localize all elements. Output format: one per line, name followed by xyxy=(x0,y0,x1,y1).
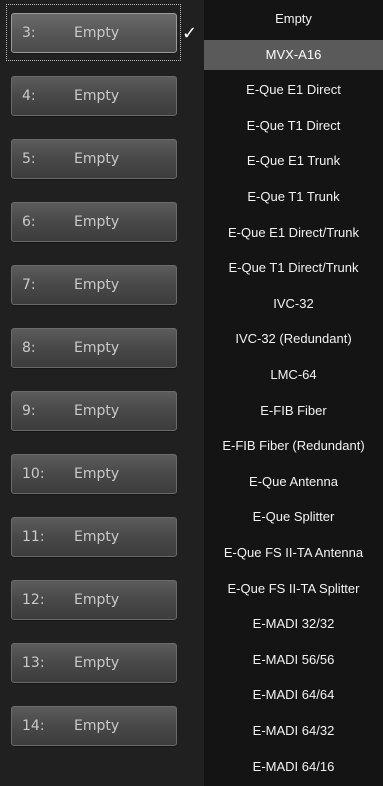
slot-value: Empty xyxy=(74,592,120,608)
slot-number: 12: xyxy=(22,592,45,608)
dropdown-option[interactable]: E-FIB Fiber xyxy=(204,396,383,426)
dropdown-option[interactable]: E-MADI 64/32 xyxy=(204,716,383,746)
dropdown-option[interactable]: IVC-32 xyxy=(204,289,383,319)
slot-number: 13: xyxy=(22,655,45,671)
slot-number: 14: xyxy=(22,718,45,734)
slot-number: 7: xyxy=(22,277,36,293)
slot-value: Empty xyxy=(74,718,120,734)
dropdown-option[interactable]: E-Que E1 Direct xyxy=(204,75,383,105)
slot-value: Empty xyxy=(74,277,120,293)
slot-number: 8: xyxy=(22,340,36,356)
slot-value: Empty xyxy=(74,655,120,671)
slot-button[interactable]: 10: Empty xyxy=(11,454,177,494)
card-type-dropdown-list[interactable]: Empty MVX-A16 E-Que E1 Direct E-Que T1 Dire… xyxy=(204,0,383,786)
slot-button[interactable]: 9: Empty xyxy=(11,391,177,431)
slot-value: Empty xyxy=(74,466,120,482)
dropdown-option[interactable]: E-MADI 64/64 xyxy=(204,680,383,710)
dropdown-option[interactable]: E-Que FS II-TA Splitter xyxy=(204,574,383,604)
dropdown-option[interactable]: E-Que FS II-TA Antenna xyxy=(204,538,383,568)
slot-button[interactable]: 5: Empty xyxy=(11,139,177,179)
slot-value: Empty xyxy=(74,403,120,419)
dropdown-option[interactable]: IVC-32 (Redundant) xyxy=(204,324,383,354)
dropdown-option[interactable]: E-Que E1 Trunk xyxy=(204,146,383,176)
slot-button[interactable]: 7: Empty xyxy=(11,265,177,305)
checkmark-icon: ✓ xyxy=(182,23,198,44)
dropdown-option[interactable]: E-Que T1 Direct xyxy=(204,111,383,141)
slot-configuration-panel: ✓ 3: Empty 4: Empty 5: Empty 6: Empty 7: Empty 8: E… xyxy=(0,0,383,786)
dropdown-option[interactable]: MVX-A16 xyxy=(204,40,383,70)
slot-number: 4: xyxy=(22,88,36,104)
dropdown-option[interactable]: E-MADI 64/16 xyxy=(204,752,383,782)
slot-button[interactable]: 11: Empty xyxy=(11,517,177,557)
slot-number: 6: xyxy=(22,214,36,230)
slot-number: 10: xyxy=(22,466,45,482)
slot-number: 11: xyxy=(22,529,45,545)
dropdown-option[interactable]: E-Que T1 Direct/Trunk xyxy=(204,253,383,283)
slot-button[interactable]: 8: Empty xyxy=(11,328,177,368)
dropdown-option[interactable]: E-MADI 32/32 xyxy=(204,609,383,639)
slot-value: Empty xyxy=(74,340,120,356)
slot-number: 3: xyxy=(22,25,36,41)
slot-button[interactable]: 14: Empty xyxy=(11,706,177,746)
slot-number: 9: xyxy=(22,403,36,419)
dropdown-option[interactable]: LMC-64 xyxy=(204,360,383,390)
dropdown-option[interactable]: E-Que E1 Direct/Trunk xyxy=(204,218,383,248)
slot-value: Empty xyxy=(74,151,120,167)
slot-value: Empty xyxy=(74,214,120,230)
dropdown-option[interactable]: Empty xyxy=(204,4,383,34)
dropdown-option[interactable]: E-FIB Fiber (Redundant) xyxy=(204,431,383,461)
slot-number: 5: xyxy=(22,151,36,167)
slot-button[interactable]: 4: Empty xyxy=(11,76,177,116)
slot-button[interactable]: 13: Empty xyxy=(11,643,177,683)
dropdown-option[interactable]: E-Que Splitter xyxy=(204,502,383,532)
dropdown-option[interactable]: E-Que Antenna xyxy=(204,467,383,497)
slot-list: ✓ 3: Empty 4: Empty 5: Empty 6: Empty 7: Empty 8: E… xyxy=(0,0,204,786)
slot-button[interactable]: 12: Empty xyxy=(11,580,177,620)
slot-value: Empty xyxy=(74,88,120,104)
slot-button[interactable]: 3: Empty xyxy=(11,13,177,53)
dropdown-option[interactable]: E-MADI 56/56 xyxy=(204,645,383,675)
dropdown-option[interactable]: E-Que T1 Trunk xyxy=(204,182,383,212)
slot-value: Empty xyxy=(74,529,120,545)
slot-value: Empty xyxy=(74,25,120,41)
slot-button[interactable]: 6: Empty xyxy=(11,202,177,242)
